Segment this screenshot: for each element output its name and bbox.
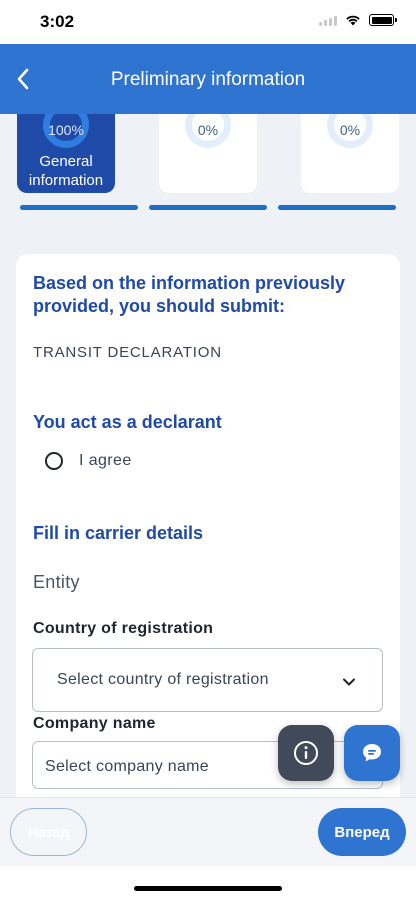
step-bar [278, 205, 396, 210]
company-placeholder: Select company name [45, 758, 210, 775]
next-button[interactable]: Вперед [318, 808, 406, 856]
company-label: Company name [33, 715, 156, 732]
status-bar: 3:02 [0, 0, 416, 44]
agree-label: I agree [79, 452, 132, 469]
step-bar [20, 205, 138, 210]
bottom-navigation: Назад Вперед [0, 797, 416, 866]
step-label-line2: information [28, 172, 104, 189]
country-label: Country of registration [33, 620, 214, 637]
status-icons [319, 14, 397, 26]
step-3[interactable]: 0% [301, 114, 399, 193]
battery-icon [369, 14, 397, 26]
entity-label: Entity [33, 572, 80, 592]
chat-button[interactable] [344, 725, 400, 781]
wifi-icon [346, 15, 360, 26]
declaration-type: TRANSIT DECLARATION [33, 344, 222, 361]
step-bar [149, 205, 267, 210]
agree-radio-option[interactable]: I agree [45, 452, 132, 470]
step-percent: 0% [339, 122, 361, 138]
step-indicator-bars [20, 205, 396, 210]
step-percent: 100% [48, 122, 84, 138]
country-placeholder: Select country of registration [57, 671, 269, 688]
progress-steps: 100% General information 0% 0% [0, 114, 416, 194]
info-button[interactable] [278, 725, 334, 781]
status-time: 3:02 [40, 12, 75, 31]
chevron-down-icon [343, 678, 355, 686]
step-2[interactable]: 0% [159, 114, 257, 193]
home-area [0, 866, 416, 900]
step-label-line1: General [39, 153, 93, 170]
step-label: General information [17, 152, 115, 190]
back-button[interactable]: Назад [10, 808, 87, 856]
chat-icon [363, 744, 381, 762]
agree-radio[interactable] [45, 452, 63, 470]
carrier-heading: Fill in carrier details [33, 523, 204, 543]
form-card: Based on the information previously prov… [16, 254, 400, 814]
step-percent: 0% [197, 122, 219, 138]
signal-icon [319, 15, 337, 26]
info-icon [294, 741, 318, 765]
submit-heading: Based on the information previously prov… [33, 273, 346, 316]
step-general-information[interactable]: 100% General information [17, 114, 115, 193]
declarant-heading: You act as a declarant [33, 412, 222, 432]
home-indicator[interactable] [134, 886, 282, 891]
app-header: Preliminary information [0, 44, 416, 114]
country-select[interactable]: Select country of registration [32, 648, 383, 712]
page-title: Preliminary information [110, 69, 306, 90]
